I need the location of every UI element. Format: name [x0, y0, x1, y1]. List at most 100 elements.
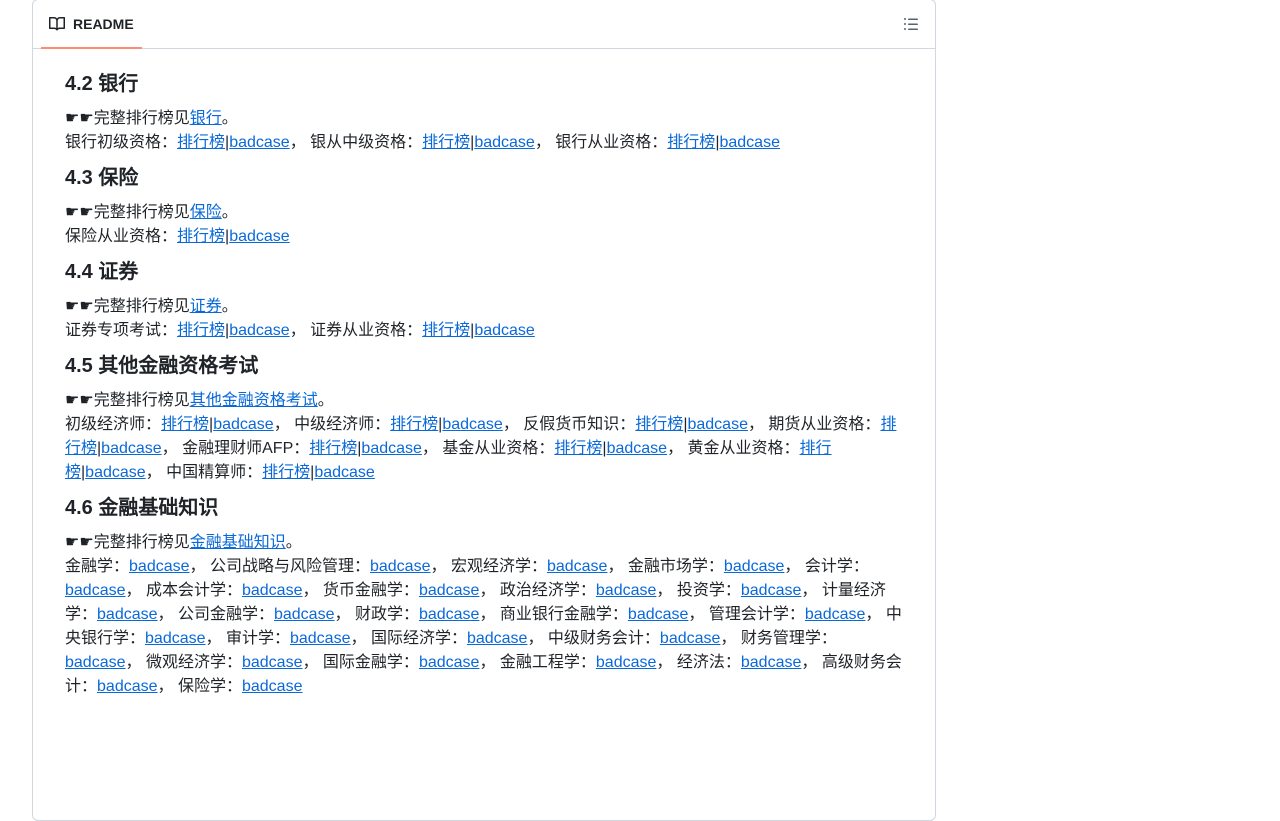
badcase-link[interactable]: badcase [628, 606, 689, 623]
full-ranking-link[interactable]: 保险 [190, 204, 222, 221]
exam-label: 期货从业资格： [768, 416, 881, 433]
badcase-link[interactable]: badcase [419, 582, 480, 599]
item-separator: ， [479, 606, 500, 623]
badcase-link[interactable]: badcase [419, 654, 480, 671]
item-separator: ， [784, 558, 805, 575]
badcase-link[interactable]: badcase [687, 416, 748, 433]
ranking-link[interactable]: 排行榜 [177, 228, 225, 245]
badcase-link[interactable]: badcase [607, 440, 668, 457]
pointer-end: 。 [221, 110, 238, 127]
outline-icon[interactable] [903, 16, 919, 32]
readme-content: 4.2 银行 ☛☛完整排行榜见银行。 银行初级资格：排行榜|badcase， 银从中… [33, 49, 935, 699]
badcase-link[interactable]: badcase [213, 416, 274, 433]
ranking-link[interactable]: 排行榜 [667, 134, 715, 151]
exam-label: 黄金从业资格： [687, 440, 800, 457]
ranking-link[interactable]: 排行榜 [390, 416, 438, 433]
ranking-link[interactable]: 排行榜 [422, 322, 470, 339]
ranking-link[interactable]: 排行榜 [177, 322, 225, 339]
badcase-link[interactable]: badcase [274, 606, 335, 623]
exam-label: 审计学： [225, 630, 290, 647]
readme-section: 4.3 保险 ☛☛完整排行榜见保险。 保险从业资格：排行榜|badcase [65, 163, 903, 249]
badcase-link[interactable]: badcase [719, 134, 780, 151]
exam-label: 银行初级资格： [65, 134, 178, 151]
exam-label: 金融市场学： [627, 558, 724, 575]
badcase-link[interactable]: badcase [242, 582, 303, 599]
badcase-link[interactable]: badcase [467, 630, 528, 647]
badcase-link[interactable]: badcase [419, 606, 480, 623]
readme-header: README [33, 0, 935, 49]
item-separator: ， [502, 416, 524, 433]
pointer-end: 。 [317, 392, 334, 409]
exam-label: 保险学： [177, 678, 242, 695]
section-paragraph: ☛☛完整排行榜见证券。 证券专项考试：排行榜|badcase， 证券从业资格：排行… [65, 295, 903, 343]
item-separator: ， [607, 558, 628, 575]
badcase-link[interactable]: badcase [229, 228, 290, 245]
ranking-link[interactable]: 排行榜 [554, 440, 602, 457]
item-separator: ， [801, 654, 822, 671]
badcase-link[interactable]: badcase [97, 678, 158, 695]
badcase-link[interactable]: badcase [442, 416, 503, 433]
readme-tab[interactable]: README [41, 0, 142, 49]
exam-label: 公司战略与风险管理： [209, 558, 370, 575]
section-heading: 4.5 其他金融资格考试 [65, 355, 259, 377]
item-separator: ， [430, 558, 451, 575]
ranking-link[interactable]: 排行榜 [635, 416, 683, 433]
badcase-link[interactable]: badcase [547, 558, 608, 575]
exam-label: 中级经济师： [294, 416, 391, 433]
exam-label: 反假货币知识： [523, 416, 636, 433]
badcase-link[interactable]: badcase [101, 440, 162, 457]
badcase-link[interactable]: badcase [65, 654, 126, 671]
item-separator: ， [801, 582, 822, 599]
full-ranking-link[interactable]: 银行 [190, 110, 222, 127]
section-heading: 4.3 保险 [65, 167, 139, 189]
item-separator: ， [205, 630, 226, 647]
pointer-text: ☛☛完整排行榜见 [65, 534, 190, 551]
badcase-link[interactable]: badcase [145, 630, 206, 647]
section-paragraph: ☛☛完整排行榜见保险。 保险从业资格：排行榜|badcase [65, 201, 903, 249]
full-ranking-link[interactable]: 其他金融资格考试 [190, 392, 318, 409]
badcase-link[interactable]: badcase [741, 582, 802, 599]
exam-label: 经济法： [676, 654, 741, 671]
exam-label: 投资学： [676, 582, 741, 599]
item-separator: ， [161, 440, 183, 457]
full-ranking-link[interactable]: 金融基础知识 [190, 534, 286, 551]
badcase-link[interactable]: badcase [229, 322, 290, 339]
badcase-link[interactable]: badcase [97, 606, 158, 623]
badcase-link[interactable]: badcase [314, 464, 375, 481]
badcase-link[interactable]: badcase [242, 678, 303, 695]
exam-label: 证券专项考试： [65, 322, 178, 339]
badcase-link[interactable]: badcase [242, 654, 303, 671]
ranking-link[interactable]: 排行榜 [309, 440, 357, 457]
badcase-link[interactable]: badcase [724, 558, 785, 575]
ranking-link[interactable]: 排行榜 [262, 464, 310, 481]
section-paragraph: ☛☛完整排行榜见其他金融资格考试。 初级经济师：排行榜|badcase， 中级经济… [65, 389, 903, 485]
badcase-link[interactable]: badcase [596, 582, 657, 599]
badcase-link[interactable]: badcase [805, 606, 866, 623]
badcase-link[interactable]: badcase [229, 134, 290, 151]
section-heading: 4.2 银行 [65, 73, 139, 95]
ranking-link[interactable]: 排行榜 [161, 416, 209, 433]
pointer-text: ☛☛完整排行榜见 [65, 204, 190, 221]
item-separator: ， [302, 654, 323, 671]
badcase-link[interactable]: badcase [361, 440, 422, 457]
item-separator: ， [302, 582, 323, 599]
exam-label: 财政学： [354, 606, 419, 623]
ranking-link[interactable]: 排行榜 [422, 134, 470, 151]
full-ranking-link[interactable]: 证券 [190, 298, 222, 315]
section-paragraph: ☛☛完整排行榜见银行。 银行初级资格：排行榜|badcase， 银从中级资格：排行… [65, 107, 903, 155]
exam-label: 金融理财师AFP： [182, 440, 310, 457]
readme-section: 4.6 金融基础知识 ☛☛完整排行榜见金融基础知识。 金融学：badcase， 公司… [65, 493, 903, 699]
badcase-link[interactable]: badcase [290, 630, 351, 647]
badcase-link[interactable]: badcase [129, 558, 190, 575]
badcase-link[interactable]: badcase [370, 558, 431, 575]
badcase-link[interactable]: badcase [741, 654, 802, 671]
badcase-link[interactable]: badcase [660, 630, 721, 647]
ranking-link[interactable]: 排行榜 [177, 134, 225, 151]
exam-label: 财务管理学： [740, 630, 837, 647]
item-separator: ， [688, 606, 709, 623]
badcase-link[interactable]: badcase [65, 582, 126, 599]
badcase-link[interactable]: badcase [85, 464, 146, 481]
badcase-link[interactable]: badcase [596, 654, 657, 671]
badcase-link[interactable]: badcase [474, 134, 535, 151]
badcase-link[interactable]: badcase [474, 322, 535, 339]
